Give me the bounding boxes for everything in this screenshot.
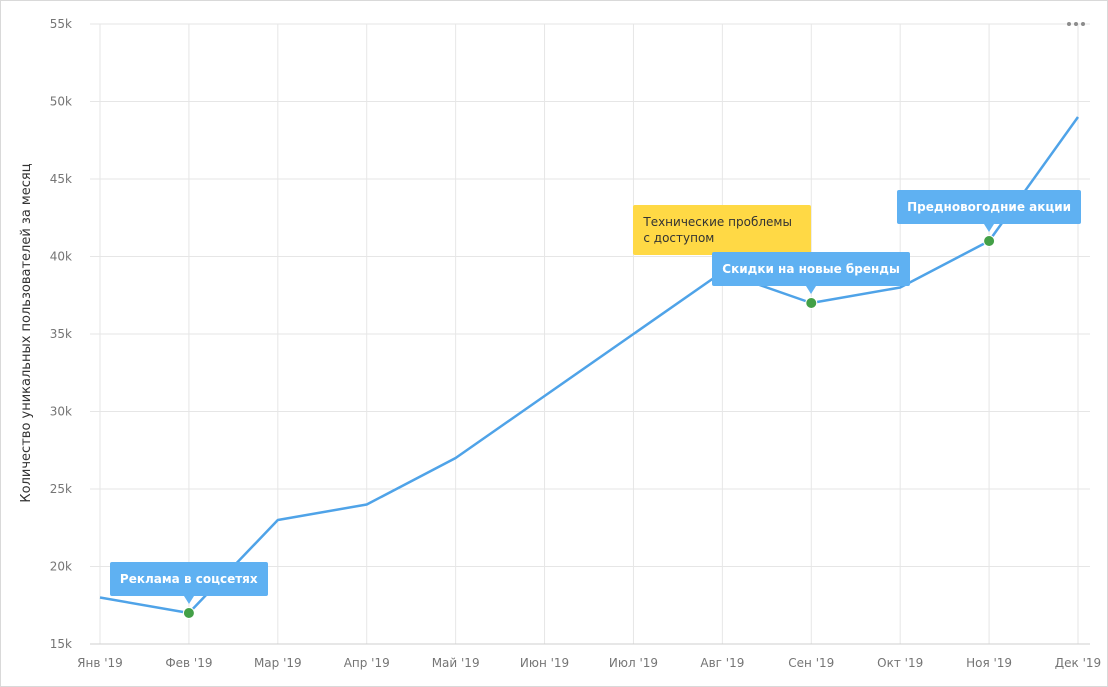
annotation-arrow — [806, 286, 817, 294]
x-tick-label: Янв '19 — [77, 656, 123, 670]
y-tick-label: 25k — [50, 482, 72, 496]
y-tick-label: 15k — [50, 637, 72, 651]
y-tick-label: 50k — [50, 95, 72, 109]
x-tick-label: Июл '19 — [609, 656, 658, 670]
menu-dot — [1074, 22, 1078, 26]
more-horizontal-icon[interactable] — [1064, 18, 1088, 30]
annotation-note[interactable]: Реклама в соцсетях — [109, 562, 268, 596]
annotation-point[interactable] — [983, 235, 996, 247]
y-tick-label: 20k — [50, 560, 72, 574]
x-tick-label: Июн '19 — [520, 656, 569, 670]
y-tick-labels: 15k 20k 25k 30k 35k 40k 45k 50k 55k — [50, 17, 72, 651]
x-tick-label: Дек '19 — [1055, 656, 1101, 670]
grid-lines — [90, 23, 1090, 645]
x-tick-label: Май '19 — [432, 656, 480, 670]
annotation-point[interactable] — [182, 607, 195, 619]
y-tick-label: 30k — [50, 405, 72, 419]
x-tick-labels: Янв '19 Фев '19 Мар '19 Апр '19 Май '19 Июн '… — [77, 656, 1101, 670]
annotation-note[interactable]: Предновогодние акции — [897, 190, 1082, 224]
annotation-arrow — [183, 596, 194, 604]
y-axis-title: Количество уникальных пользователей за м… — [19, 163, 34, 502]
y-tick-label: 40k — [50, 250, 72, 264]
annotation-note[interactable]: Скидки на новые бренды — [712, 252, 910, 286]
x-tick-label: Авг '19 — [700, 656, 744, 670]
y-tick-label: 45k — [50, 172, 72, 186]
y-tick-label: 55k — [50, 17, 72, 31]
annotation-note[interactable]: Технические проблемы с доступом — [633, 205, 812, 255]
annotation-arrow — [984, 224, 995, 232]
x-tick-label: Мар '19 — [254, 656, 302, 670]
x-tick-label: Ноя '19 — [966, 656, 1012, 670]
menu-dot — [1067, 22, 1071, 26]
x-tick-label: Сен '19 — [788, 656, 834, 670]
menu-dot — [1081, 22, 1085, 26]
x-tick-label: Окт '19 — [877, 656, 923, 670]
annotation-point[interactable] — [805, 297, 818, 309]
x-tick-label: Фев '19 — [165, 656, 212, 670]
y-tick-label: 35k — [50, 327, 72, 341]
x-tick-label: Апр '19 — [344, 656, 390, 670]
